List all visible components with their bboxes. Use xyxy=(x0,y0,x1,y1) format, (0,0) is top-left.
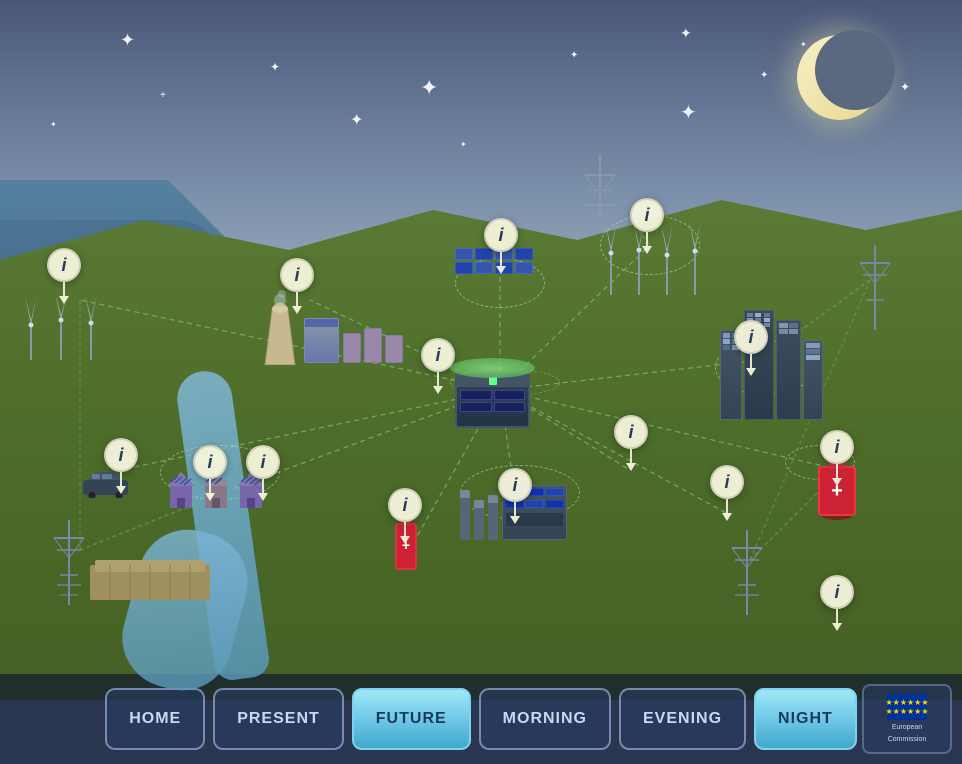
star: ✦ xyxy=(760,70,768,81)
moon xyxy=(797,35,887,125)
pylon-right xyxy=(730,530,765,620)
star: ✦ xyxy=(680,100,697,125)
info-bubble-ev[interactable]: i xyxy=(104,438,138,472)
star: ✦ xyxy=(120,30,135,51)
info-pin-buildings[interactable]: i xyxy=(734,320,768,368)
scene: ✦ ✦ ✦ ✦ ✦ ✦ + ✦ ✦ ✦ ✦ ✦ ✦ xyxy=(0,0,962,764)
star: ✦ xyxy=(460,140,467,149)
evening-button[interactable]: EVENING xyxy=(619,688,746,750)
info-bubble-power-plant[interactable]: i xyxy=(280,258,314,292)
bottom-navigation: HOME PRESENT FUTURE MORNING EVENING NIGH… xyxy=(0,674,962,764)
info-pin-export[interactable]: i xyxy=(820,575,854,623)
star: ✦ xyxy=(900,80,910,94)
eu-text-line1: European xyxy=(892,723,922,732)
info-stem xyxy=(437,372,439,386)
present-button[interactable]: PRESENT xyxy=(213,688,344,750)
info-stem xyxy=(514,502,516,516)
pylon-right-top xyxy=(858,245,893,335)
info-stem xyxy=(726,499,728,513)
info-stem xyxy=(63,282,65,296)
info-stem xyxy=(296,292,298,306)
info-bubble-homes2[interactable]: i xyxy=(246,445,280,479)
eu-flag: ★★★★★★★★★★★★ xyxy=(887,694,927,720)
info-bubble-battery-large[interactable]: i xyxy=(820,430,854,464)
info-pin-battery-small[interactable]: i xyxy=(388,488,422,536)
info-stem xyxy=(630,449,632,463)
hydro-dam xyxy=(90,555,210,605)
info-pin-ev[interactable]: i xyxy=(104,438,138,486)
info-stem xyxy=(750,354,752,368)
info-stem xyxy=(646,232,648,246)
info-pin-interconnect[interactable]: i xyxy=(710,465,744,513)
info-pin-homes1[interactable]: i xyxy=(193,445,227,493)
info-stem xyxy=(836,464,838,478)
info-pin-grid[interactable]: i xyxy=(421,338,455,386)
info-bubble-export[interactable]: i xyxy=(820,575,854,609)
info-bubble-solar[interactable]: i xyxy=(484,218,518,252)
info-stem xyxy=(120,472,122,486)
future-button[interactable]: FUTURE xyxy=(352,688,471,750)
pylon-left xyxy=(52,520,87,610)
info-bubble-buildings[interactable]: i xyxy=(734,320,768,354)
info-bubble-homes1[interactable]: i xyxy=(193,445,227,479)
star: ✦ xyxy=(570,50,578,61)
info-pin-solar[interactable]: i xyxy=(484,218,518,266)
star: ✦ xyxy=(50,120,57,129)
info-stem xyxy=(836,609,838,623)
transmission-pylon-top xyxy=(580,155,620,235)
info-pin-factory[interactable]: i xyxy=(498,468,532,516)
smart-grid-control xyxy=(450,358,535,428)
info-bubble-substation[interactable]: i xyxy=(614,415,648,449)
star: + xyxy=(160,90,166,101)
info-bubble-factory[interactable]: i xyxy=(498,468,532,502)
info-pin-substation[interactable]: i xyxy=(614,415,648,463)
eu-text-line2: Commission xyxy=(888,735,927,744)
info-pin-battery-large[interactable]: i xyxy=(820,430,854,478)
star: ✦ xyxy=(270,60,280,74)
info-bubble-offshore-wind[interactable]: i xyxy=(47,248,81,282)
star: ✦ xyxy=(350,110,363,130)
info-pin-power-plant[interactable]: i xyxy=(280,258,314,306)
star: ✦ xyxy=(420,75,438,101)
info-stem xyxy=(209,479,211,493)
night-button[interactable]: NIGHT xyxy=(754,688,857,750)
info-bubble-battery-small[interactable]: i xyxy=(388,488,422,522)
home-button[interactable]: HOME xyxy=(105,688,205,750)
eu-commission-logo: ★★★★★★★★★★★★ European Commission xyxy=(862,684,952,754)
info-bubble-grid[interactable]: i xyxy=(421,338,455,372)
info-stem xyxy=(262,479,264,493)
morning-button[interactable]: MORNING xyxy=(479,688,611,750)
info-pin-offshore-wind[interactable]: i xyxy=(47,248,81,296)
info-stem xyxy=(500,252,502,266)
info-bubble-interconnect[interactable]: i xyxy=(710,465,744,499)
star: ✦ xyxy=(680,25,692,42)
info-stem xyxy=(404,522,406,536)
info-bubble-wind[interactable]: i xyxy=(630,198,664,232)
info-pin-wind[interactable]: i xyxy=(630,198,664,246)
info-pin-homes2[interactable]: i xyxy=(246,445,280,493)
